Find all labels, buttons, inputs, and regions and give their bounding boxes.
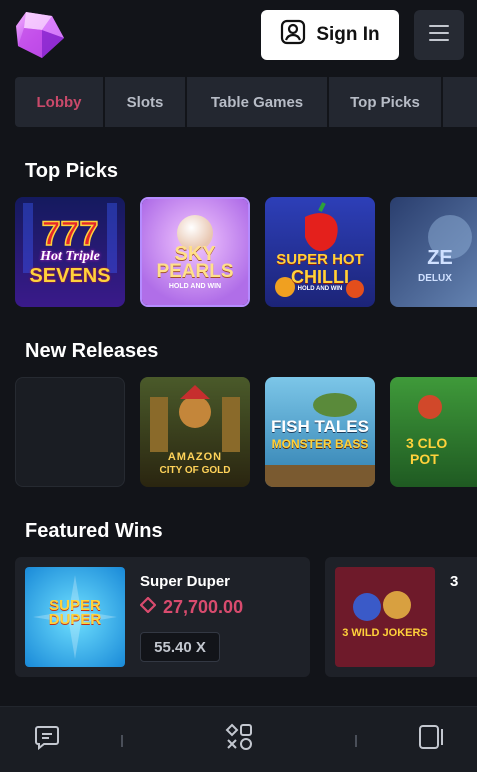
win-game-thumbnail: SUPER DUPER [25, 567, 125, 667]
top-picks-row: 777 Hot Triple SEVENS SKY PEARLS HOLD AN… [15, 197, 477, 307]
nav-divider [121, 735, 123, 747]
game-tile-hot-triple-sevens[interactable]: 777 Hot Triple SEVENS [15, 197, 125, 307]
tile-text: HOLD AND WIN [297, 286, 343, 292]
tile-text: DELUX [418, 273, 452, 284]
tile-text: POT [410, 451, 439, 467]
category-tabs: Lobby Slots Table Games Top Picks [15, 77, 477, 127]
win-game-name: Super Duper [140, 573, 231, 590]
diamond-currency-icon [139, 596, 157, 618]
tile-text: 3 WILD JOKERS [342, 627, 428, 639]
game-tile-zeus-deluxe[interactable]: ZE DELUX [390, 197, 477, 307]
featured-win-card[interactable]: 3 WILD JOKERS 3 [325, 557, 477, 677]
featured-wins-row: SUPER DUPER Super Duper 27,700.00 55.40 … [15, 557, 477, 677]
game-tile-fish-tales[interactable]: FISH TALES MONSTER BASS [265, 377, 375, 487]
gem-logo-icon[interactable] [12, 8, 66, 62]
tile-text: PEARLS [156, 261, 234, 282]
win-game-thumbnail: 3 WILD JOKERS [335, 567, 435, 667]
tab-table-games[interactable]: Table Games [187, 77, 327, 127]
tile-text: SUPER DUPER [48, 597, 102, 628]
section-title-top-picks: Top Picks [25, 160, 118, 182]
tab-more[interactable] [443, 77, 477, 127]
menu-button[interactable] [414, 10, 464, 60]
game-tile-3-clover-pots[interactable]: 3 CLO POT [390, 377, 477, 487]
tile-text: CITY OF GOLD [159, 465, 231, 476]
tile-text: ZE [427, 247, 453, 269]
win-game-name: 3 [450, 573, 459, 590]
tile-text: CHILLI [291, 267, 349, 287]
win-amount-value: 27,700.00 [163, 597, 244, 617]
user-icon [280, 19, 306, 51]
tab-top-picks[interactable]: Top Picks [329, 77, 441, 127]
games-button[interactable] [223, 723, 255, 755]
game-tile-super-hot-chilli[interactable]: SUPER HOT CHILLI HOLD AND WIN [265, 197, 375, 307]
sign-in-button[interactable]: Sign In [261, 10, 399, 60]
chat-button[interactable] [31, 723, 63, 755]
tab-label: Top Picks [350, 93, 420, 111]
games-grid-icon [225, 723, 253, 756]
tile-text: SUPER HOT [276, 251, 364, 268]
tab-lobby[interactable]: Lobby [15, 77, 103, 127]
tile-text: MONSTER BASS [271, 437, 369, 451]
section-title-new-releases: New Releases [25, 340, 159, 362]
game-tile-amazon-city-of-gold[interactable]: AMAZON CITY OF GOLD [140, 377, 250, 487]
game-tile-sky-pearls[interactable]: SKY PEARLS HOLD AND WIN [140, 197, 250, 307]
sign-in-label: Sign In [316, 24, 380, 45]
tile-text: SEVENS [29, 265, 111, 287]
betslip-button[interactable] [415, 723, 447, 755]
tile-text: HOLD AND WIN [168, 283, 222, 290]
hamburger-icon [428, 24, 450, 47]
new-releases-row: AMAZON CITY OF GOLD FISH TALES MONSTER B… [15, 377, 477, 487]
win-amount: 27,700.00 [139, 596, 244, 618]
bottom-navigation [0, 706, 477, 772]
tab-label: Table Games [210, 93, 304, 111]
section-title-featured-wins: Featured Wins [25, 520, 163, 542]
svg-text:777: 777 [42, 215, 99, 253]
tab-label: Slots [126, 93, 164, 111]
tile-text: Hot Triple [40, 249, 100, 264]
tab-label: Lobby [36, 93, 82, 111]
tile-text: FISH TALES [271, 417, 369, 436]
chat-icon [33, 723, 61, 756]
featured-win-card[interactable]: SUPER DUPER Super Duper 27,700.00 55.40 … [15, 557, 310, 677]
win-multiplier-badge: 55.40 X [140, 632, 220, 662]
tile-text: AMAZON [167, 451, 223, 463]
betslip-icon [417, 723, 445, 756]
header: Sign In [0, 0, 477, 75]
tab-slots[interactable]: Slots [105, 77, 185, 127]
tile-text: 3 CLO [406, 435, 448, 451]
game-tile-placeholder[interactable] [15, 377, 125, 487]
nav-divider [355, 735, 357, 747]
